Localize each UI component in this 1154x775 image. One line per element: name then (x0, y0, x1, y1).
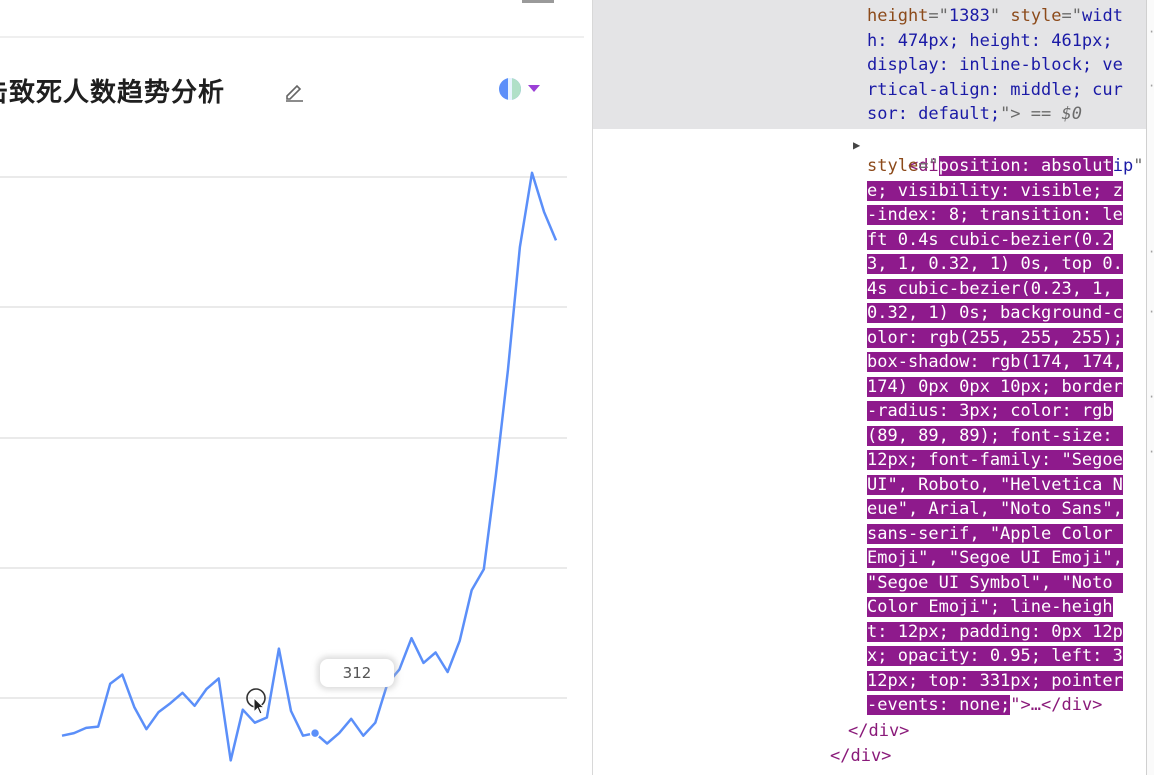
style-value-line: -events: none;">…</div> (867, 693, 1102, 718)
style-value-line: 12px; top: 331px; pointer (867, 669, 1123, 694)
highlighted-style-text: Color Emoji"; line-heigh (867, 597, 1113, 617)
highlighted-style-text: Emoji", "Segoe UI Emoji", (867, 548, 1123, 568)
active-data-point[interactable] (309, 727, 321, 739)
strip-mark: · (1148, 440, 1154, 465)
expand-triangle-icon[interactable]: ▶ (853, 133, 860, 158)
code-token: "> (1000, 104, 1021, 124)
tooltip-value: 312 (342, 664, 372, 682)
source-line: height="1383" style="widt (867, 4, 1123, 29)
code-token: widt (1082, 6, 1123, 26)
strip-mark: · (1148, 74, 1154, 99)
highlighted-style-text: 4s cubic-bezier(0.23, 1, (867, 278, 1123, 299)
highlighted-style-text: x; opacity: 0.95; left: 3 (867, 646, 1123, 666)
style-value-line: 3, 1, 0.32, 1) 0s, top 0. (867, 252, 1123, 277)
code-token: " (989, 6, 1011, 26)
chart-tooltip: 312 (320, 659, 394, 687)
highlighted-style-text: box-shadow: rgb(174, 174, (867, 352, 1123, 372)
highlighted-style-text: -events: none; (867, 695, 1011, 715)
style-value-line: e; visibility: visible; z (867, 179, 1123, 204)
highlighted-style-text: ft 0.4s cubic-bezier(0.2 (867, 229, 1113, 250)
line-chart (0, 171, 567, 762)
style-value-line: Color Emoji"; line-heigh (867, 595, 1113, 620)
style-value-line: olor: rgb(255, 255, 255); (867, 326, 1123, 351)
highlighted-style-text: sans-serif, "Apple Color (867, 523, 1123, 544)
highlighted-style-text: e; visibility: visible; z (867, 180, 1123, 201)
highlighted-style-text: 12px; top: 331px; pointer (867, 670, 1123, 691)
code-token: ">…</div> (1010, 695, 1103, 715)
code-token: height (867, 6, 929, 26)
source-line: display: inline-block; ve (867, 53, 1123, 78)
style-value-line: sans-serif, "Apple Color (867, 522, 1123, 547)
code-token: $0 (1061, 104, 1082, 124)
strip-mark: · (1148, 20, 1154, 45)
chart-panel: 击致死人数趋势分析 312 (0, 0, 592, 775)
code-token: =" (918, 156, 939, 176)
style-value-line: -radius: 3px; color: rgb (867, 399, 1113, 424)
style-value-line: UI", Roboto, "Helvetica N (867, 473, 1123, 498)
highlighted-style-text: position: absolut (938, 156, 1113, 176)
style-value-line: 12px; font-family: "Segoe (867, 448, 1123, 473)
code-token: =" (1061, 6, 1083, 26)
series-line (61, 171, 558, 762)
highlighted-style-text: "Segoe UI Symbol", "Noto (867, 572, 1123, 593)
code-token: h: 474px; height: 461px; (867, 30, 1113, 51)
code-token: == (1020, 104, 1062, 124)
strip-mark: · (1148, 300, 1154, 325)
style-value-line: style="position: absolut (867, 154, 1113, 179)
highlighted-style-text: 3, 1, 0.32, 1) 0s, top 0. (867, 254, 1123, 274)
source-line: rtical-align: middle; cur (867, 78, 1123, 103)
closing-div-2: </div> (830, 746, 892, 766)
style-attr: style (867, 156, 919, 176)
code-token: sor: default; (867, 104, 1001, 124)
style-value-line: t: 12px; padding: 0px 12p (867, 620, 1123, 645)
closing-div-1: </div> (848, 721, 910, 741)
highlighted-style-text: t: 12px; padding: 0px 12p (867, 621, 1123, 642)
code-token: style (1010, 6, 1062, 26)
style-value-line: 4s cubic-bezier(0.23, 1, (867, 277, 1123, 302)
code-token: rtical-align: middle; cur (867, 79, 1123, 100)
highlighted-style-text: 0.32, 1) 0s; background-c (867, 303, 1123, 323)
highlighted-style-text: 12px; font-family: "Segoe (867, 450, 1123, 470)
code-token: display: inline-block; ve (867, 55, 1123, 75)
style-value-line: -index: 8; transition: le (867, 203, 1123, 228)
strip-mark: · (1148, 385, 1154, 410)
style-value-line: Emoji", "Segoe UI Emoji", (867, 546, 1123, 571)
devtools-elements-panel: height="1383" style="widt h: 474px; heigh… (592, 0, 1154, 775)
style-value-line: 0.32, 1) 0s; background-c (867, 301, 1123, 326)
style-value-line: (89, 89, 89); font-size: (867, 424, 1123, 449)
style-value-line: x; opacity: 0.95; left: 3 (867, 644, 1123, 669)
strip-mark: · (1148, 240, 1154, 265)
style-value-line: 174) 0px 0px 10px; border (867, 375, 1123, 400)
highlighted-style-text: eue", Arial, "Noto Sans", (867, 499, 1123, 519)
highlighted-style-text: -radius: 3px; color: rgb (867, 401, 1113, 421)
style-value-line: eue", Arial, "Noto Sans", (867, 497, 1123, 522)
highlighted-style-text: -index: 8; transition: le (867, 205, 1123, 225)
highlighted-style-text: UI", Roboto, "Helvetica N (867, 474, 1123, 495)
tooltip-div-open-line[interactable]: <div class="g2-tooltip" (867, 129, 1143, 176)
code-token: 1383 (948, 6, 990, 26)
style-value-line: ft 0.4s cubic-bezier(0.2 (867, 228, 1113, 253)
source-line: sor: default;"> == $0 (867, 102, 1082, 127)
highlighted-style-text: 174) 0px 0px 10px; border (867, 376, 1123, 397)
source-line: h: 474px; height: 461px; (867, 29, 1113, 54)
style-value-line: box-shadow: rgb(174, 174, (867, 350, 1123, 375)
highlighted-style-text: (89, 89, 89); font-size: (867, 425, 1123, 446)
code-token: =" (928, 6, 949, 26)
mouse-cursor-icon (246, 688, 266, 715)
style-value-line: "Segoe UI Symbol", "Noto (867, 571, 1123, 596)
highlighted-style-text: olor: rgb(255, 255, 255); (867, 327, 1123, 348)
